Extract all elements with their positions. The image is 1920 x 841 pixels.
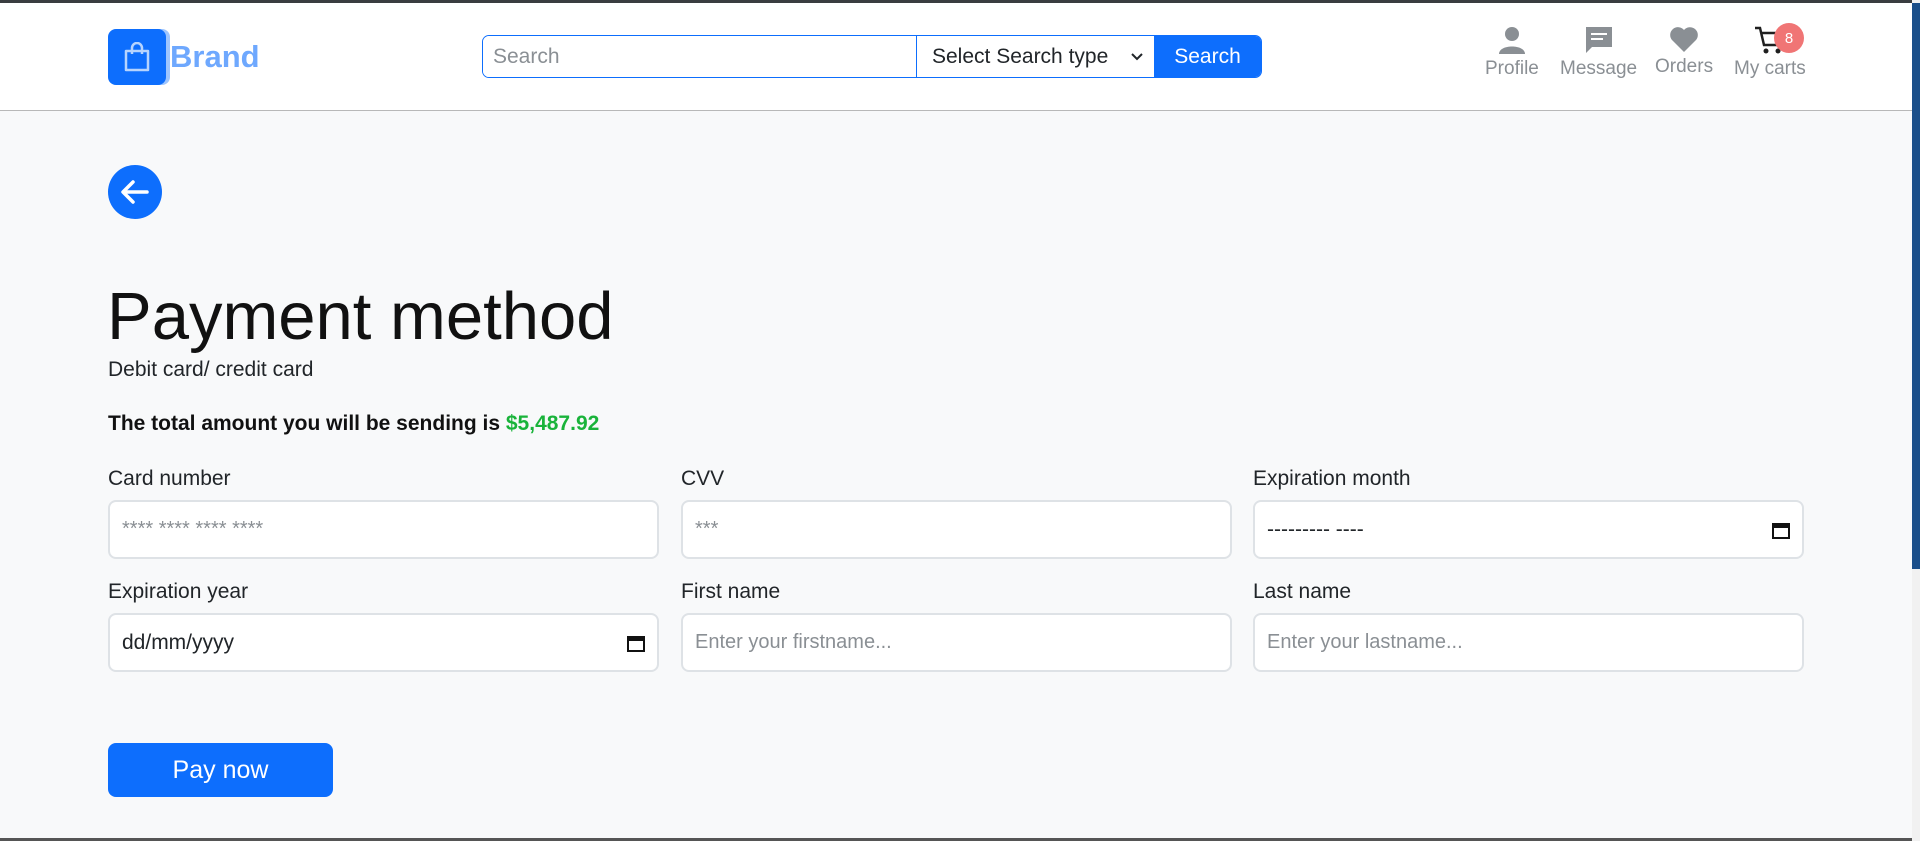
first-name-input[interactable] <box>695 631 1218 654</box>
nav-profile[interactable]: Profile <box>1485 25 1539 80</box>
brand-name: Brand <box>170 39 260 74</box>
search-type-label: Select Search type <box>932 44 1109 68</box>
calendar-icon[interactable] <box>627 634 645 652</box>
card-number-input[interactable] <box>122 518 645 541</box>
search-input[interactable] <box>483 36 916 77</box>
last-name-box <box>1253 613 1804 672</box>
person-icon <box>1498 27 1525 54</box>
first-name-box <box>681 613 1232 672</box>
search-bar: Select Search type Search <box>482 35 1262 78</box>
expiration-year-input[interactable]: dd/mm/yyyy <box>108 613 659 672</box>
brand[interactable]: Brand <box>108 29 260 85</box>
back-button[interactable] <box>108 165 162 219</box>
chevron-down-icon <box>1131 52 1143 60</box>
heart-icon <box>1670 27 1698 52</box>
cvv-box <box>681 500 1232 559</box>
cvv-field: CVV <box>681 467 1232 559</box>
arrow-left-icon <box>121 180 149 204</box>
cvv-label: CVV <box>681 467 725 490</box>
card-number-box <box>108 500 659 559</box>
pay-now-button[interactable]: Pay now <box>108 743 333 797</box>
total-label: The total amount you will be sending is <box>108 412 501 435</box>
search-button[interactable]: Search <box>1154 36 1261 77</box>
search-type-select[interactable]: Select Search type <box>916 36 1154 77</box>
expiration-month-field: Expiration month --------- ---- <box>1253 467 1804 559</box>
total-amount-text: The total amount you will be sending is … <box>108 412 599 436</box>
card-number-label: Card number <box>108 467 231 490</box>
page-title: Payment method <box>107 279 614 354</box>
nav-message-label: Message <box>1560 58 1638 79</box>
nav-orders[interactable]: Orders <box>1655 25 1713 78</box>
cvv-input[interactable] <box>695 518 1218 541</box>
expiration-month-value: --------- ---- <box>1267 517 1364 541</box>
calendar-icon[interactable] <box>1772 521 1790 539</box>
card-number-field: Card number <box>108 467 659 559</box>
last-name-input[interactable] <box>1267 631 1790 654</box>
first-name-field: First name <box>681 580 1232 672</box>
nav-orders-label: Orders <box>1655 56 1714 77</box>
nav-message[interactable]: Message <box>1560 25 1637 80</box>
expiration-month-label: Expiration month <box>1253 467 1411 490</box>
expiration-year-value: dd/mm/yyyy <box>122 630 235 654</box>
payment-subtitle: Debit card/ credit card <box>108 358 314 381</box>
message-icon <box>1585 27 1612 53</box>
cart-count-badge: 8 <box>1774 23 1804 53</box>
shopping-bag-icon <box>108 29 166 85</box>
expiration-year-field: Expiration year dd/mm/yyyy <box>108 580 659 672</box>
first-name-label: First name <box>681 580 781 603</box>
total-amount: $5,487.92 <box>505 412 600 435</box>
navbar: Brand Select Search type Search Profile … <box>0 3 1912 111</box>
nav-my-carts-label: My carts <box>1734 58 1806 79</box>
scrollbar-thumb[interactable] <box>1912 3 1920 569</box>
expiration-month-input[interactable]: --------- ---- <box>1253 500 1804 559</box>
nav-profile-label: Profile <box>1485 58 1539 79</box>
last-name-field: Last name <box>1253 580 1804 672</box>
last-name-label: Last name <box>1253 580 1352 603</box>
expiration-year-label: Expiration year <box>108 580 249 603</box>
